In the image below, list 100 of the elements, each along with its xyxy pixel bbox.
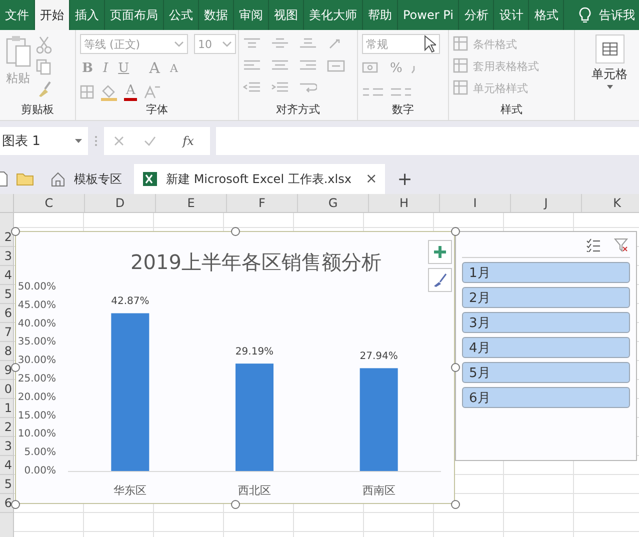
axis-tick-label: 25.00% bbox=[18, 374, 56, 384]
bar[interactable] bbox=[236, 364, 274, 471]
category-label: 华东区 bbox=[114, 484, 147, 497]
axis-tick-label: 35.00% bbox=[18, 336, 56, 348]
align-middle-icon[interactable] bbox=[271, 38, 289, 50]
paintbrush-icon[interactable] bbox=[36, 80, 52, 98]
category-label: 西北区 bbox=[238, 484, 271, 497]
merge-cells-icon[interactable] bbox=[327, 60, 345, 72]
slicer-item[interactable]: 1月 bbox=[462, 262, 630, 283]
home-icon bbox=[50, 171, 66, 187]
slicer-item[interactable]: 4月 bbox=[462, 337, 630, 358]
resize-handle[interactable] bbox=[231, 500, 240, 509]
table-format-icon bbox=[453, 58, 469, 74]
mouse-cursor-icon bbox=[424, 35, 436, 53]
caret-icon bbox=[75, 139, 82, 143]
close-tab-button[interactable]: × bbox=[365, 171, 378, 187]
axis-tick-label: 30.00% bbox=[18, 355, 56, 366]
document-tab[interactable]: 新建 Microsoft Excel 工作表.xlsx × bbox=[134, 164, 386, 194]
cells-button[interactable]: 单元格 bbox=[592, 34, 628, 102]
clipboard-icon bbox=[4, 34, 32, 68]
row-header[interactable]: 0 bbox=[0, 380, 13, 399]
slicer-item[interactable]: 6月 bbox=[462, 387, 630, 408]
data-label: 29.19% bbox=[235, 346, 274, 358]
group-label: 字体 bbox=[145, 102, 169, 118]
decrease-indent-icon[interactable] bbox=[243, 82, 261, 94]
group-label: 对齐方式 bbox=[275, 102, 321, 118]
axis-tick-label: 15.00% bbox=[18, 410, 56, 422]
bar[interactable] bbox=[111, 313, 150, 471]
fill-bucket-icon[interactable] bbox=[100, 83, 118, 101]
row-header[interactable]: 3 bbox=[0, 247, 13, 266]
chart-area[interactable]: 2019上半年各区销售额分析 0.00% 5.00% 10.00% 15.00% 20.00% 25.00% 30.00% 35.00% 40.00% 45.00% 50.00% 42.87% 29.19% 27.94% 华东区 西北区 西南区 bbox=[15, 231, 455, 504]
chevron-down-icon bbox=[174, 41, 184, 47]
axis-tick-label: 45.00% bbox=[18, 300, 56, 311]
chart-elements-button[interactable] bbox=[428, 240, 452, 264]
align-top-icon[interactable] bbox=[243, 38, 261, 50]
category-label: 西南区 bbox=[362, 484, 396, 497]
axis-tick-label: 40.00% bbox=[18, 318, 56, 330]
resize-handle[interactable] bbox=[451, 227, 460, 236]
ribbon-tab[interactable]: 开始 bbox=[35, 0, 70, 30]
align-bottom-icon[interactable] bbox=[299, 38, 317, 50]
cancel-icon[interactable] bbox=[114, 136, 124, 146]
checkmark-icon[interactable] bbox=[144, 136, 156, 146]
row-header[interactable]: 5 bbox=[0, 475, 13, 494]
axis-tick-label: 50.00% bbox=[18, 282, 56, 292]
align-center-icon[interactable] bbox=[271, 60, 289, 72]
document-tab[interactable]: 模板专区 bbox=[42, 164, 130, 194]
conditional-format-icon bbox=[453, 36, 469, 52]
tell-me-search[interactable]: 告诉我 bbox=[599, 6, 635, 24]
row-header[interactable]: 5 bbox=[0, 285, 13, 304]
vertical-dots-icon[interactable] bbox=[94, 135, 98, 147]
multi-select-icon[interactable] bbox=[586, 238, 600, 252]
group-label: 数字 bbox=[391, 102, 415, 118]
borders-icon[interactable] bbox=[80, 85, 94, 99]
slicer-item[interactable]: 3月 bbox=[462, 312, 630, 333]
bar[interactable] bbox=[360, 368, 398, 471]
chart-styles-button[interactable] bbox=[428, 268, 452, 292]
phonetic-icon[interactable] bbox=[143, 84, 162, 100]
resize-handle[interactable] bbox=[231, 227, 240, 236]
axis-tick-label: 10.00% bbox=[18, 428, 56, 440]
axis-tick-label: 20.00% bbox=[18, 392, 56, 403]
row-header[interactable]: 8 bbox=[0, 342, 13, 361]
column-header[interactable]: D bbox=[85, 194, 156, 212]
scissors-icon[interactable] bbox=[36, 36, 52, 54]
new-tab-button[interactable]: + bbox=[389, 164, 420, 194]
row-header[interactable]: 6 bbox=[0, 304, 13, 323]
copy-icon[interactable] bbox=[36, 58, 52, 76]
column-header[interactable]: C bbox=[14, 194, 85, 212]
column-header[interactable]: J bbox=[511, 194, 582, 212]
column-header[interactable]: H bbox=[369, 194, 440, 212]
row-header[interactable]: 2 bbox=[0, 418, 13, 437]
cells-icon bbox=[594, 34, 624, 64]
row-header[interactable]: 4 bbox=[0, 456, 13, 475]
plus-icon bbox=[434, 246, 446, 258]
slicer-item[interactable]: 2月 bbox=[462, 287, 630, 308]
align-right-icon[interactable] bbox=[299, 60, 317, 72]
folder-icon[interactable] bbox=[16, 172, 34, 186]
slicer-item[interactable]: 5月 bbox=[462, 362, 630, 383]
spreadsheet-icon bbox=[142, 171, 158, 187]
align-left-icon[interactable] bbox=[243, 60, 261, 72]
column-header[interactable]: E bbox=[156, 194, 227, 212]
clear-filter-icon[interactable] bbox=[614, 238, 628, 252]
column-header[interactable]: K bbox=[582, 194, 639, 212]
wrap-text-icon[interactable] bbox=[299, 82, 317, 94]
row-header[interactable]: 4 bbox=[0, 266, 13, 285]
insert-function-button[interactable]: fx bbox=[176, 133, 200, 149]
paintbrush-icon bbox=[433, 273, 447, 287]
increase-indent-icon[interactable] bbox=[271, 82, 289, 94]
group-label: 剪贴板 bbox=[20, 102, 55, 118]
axis-tick-label: 0.00% bbox=[24, 466, 56, 476]
row-header[interactable]: 3 bbox=[0, 437, 13, 456]
column-header[interactable]: I bbox=[440, 194, 511, 212]
lightbulb-icon[interactable] bbox=[579, 7, 591, 23]
caret-icon bbox=[606, 85, 612, 89]
chart-title: 2019上半年各区销售额分析 bbox=[130, 250, 382, 274]
resize-handle[interactable] bbox=[451, 500, 460, 509]
column-header[interactable]: G bbox=[298, 194, 369, 212]
column-header[interactable]: F bbox=[227, 194, 298, 212]
row-header[interactable]: 7 bbox=[0, 323, 13, 342]
row-header[interactable]: 1 bbox=[0, 399, 13, 418]
name-box[interactable]: 图表 1 bbox=[0, 127, 88, 155]
